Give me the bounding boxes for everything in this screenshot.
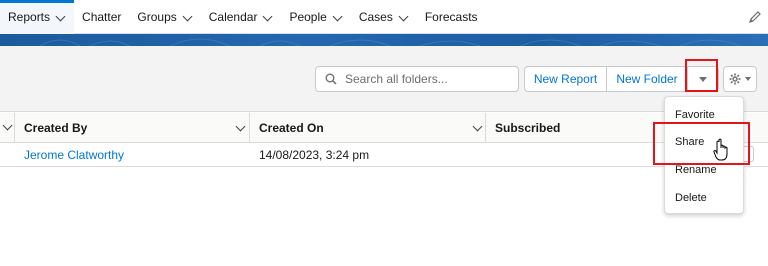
pencil-icon[interactable]	[748, 10, 762, 24]
chevron-down-icon[interactable]	[56, 12, 66, 22]
search-input[interactable]: Search all folders...	[315, 66, 519, 92]
nav-tab-calendar[interactable]: Calendar	[201, 0, 282, 34]
nav-tab-people[interactable]: People	[281, 0, 350, 34]
table-row: Jerome Clatworthy 14/08/2023, 3:24 pm	[0, 143, 768, 167]
menu-item-favorite[interactable]: Favorite	[665, 102, 743, 128]
menu-item-delete[interactable]: Delete	[665, 185, 743, 211]
new-report-button[interactable]: New Report	[524, 66, 607, 92]
menu-item-label: Share	[675, 136, 705, 148]
caret-down-icon	[745, 77, 751, 81]
chevron-down-icon[interactable]	[399, 12, 409, 22]
nav-tab-label: Chatter	[82, 9, 122, 24]
created-by-link[interactable]: Jerome Clatworthy	[24, 143, 124, 167]
column-header-created-on[interactable]: Created On	[259, 113, 324, 143]
nav-tab-label: People	[289, 9, 327, 24]
chevron-down-icon[interactable]	[473, 122, 483, 132]
column-header-label: Created By	[24, 121, 88, 135]
column-header-label: Subscribed	[495, 121, 561, 135]
nav-tab-chatter[interactable]: Chatter	[74, 0, 129, 34]
nav-tab-label: Calendar	[208, 9, 258, 24]
created-by-value: Jerome Clatworthy	[24, 148, 125, 162]
nav-tab-groups[interactable]: Groups	[129, 0, 200, 34]
hand-cursor-icon	[713, 138, 728, 161]
caret-down-icon	[699, 76, 707, 82]
list-view-header: Search all folders... New Report New Fol…	[0, 46, 768, 112]
new-folder-button[interactable]: New Folder	[606, 66, 688, 92]
chevron-down-icon[interactable]	[183, 12, 193, 22]
menu-item-label: Rename	[675, 164, 717, 176]
chevron-down-icon[interactable]	[3, 121, 13, 131]
settings-button[interactable]	[723, 66, 757, 92]
search-icon	[325, 73, 337, 85]
nav-tab-forecasts[interactable]: Forecasts	[417, 0, 486, 34]
new-folder-label: New Folder	[616, 72, 678, 86]
nav-tab-cases[interactable]: Cases	[351, 0, 417, 34]
menu-item-label: Delete	[675, 192, 707, 204]
nav-tab-label: Groups	[137, 9, 177, 24]
more-actions-dropdown-button[interactable]	[687, 66, 719, 92]
gear-icon	[729, 73, 741, 85]
column-header-subscribed[interactable]: Subscribed	[495, 113, 560, 143]
created-on-cell: 14/08/2023, 3:24 pm	[259, 143, 369, 167]
nav-tab-label: Forecasts	[424, 9, 478, 24]
created-on-value: 14/08/2023, 3:24 pm	[259, 148, 370, 162]
menu-item-label: Favorite	[675, 109, 715, 121]
nav-tab-label: Cases	[358, 9, 393, 24]
chevron-down-icon[interactable]	[263, 12, 273, 22]
chevron-down-icon[interactable]	[236, 122, 246, 132]
search-placeholder: Search all folders...	[345, 72, 448, 86]
table-header: Created By Created On Subscribed	[0, 113, 768, 143]
header-banner	[0, 34, 768, 46]
nav-tab-label: Reports	[8, 9, 51, 24]
chevron-down-icon[interactable]	[333, 12, 343, 22]
nav-tab-reports[interactable]: Reports	[0, 0, 75, 34]
new-report-label: New Report	[533, 72, 598, 86]
column-header-label: Created On	[259, 121, 324, 135]
column-header-created-by[interactable]: Created By	[24, 113, 87, 143]
app-nav-bar: Reports Chatter Groups Calendar People C…	[0, 0, 768, 34]
